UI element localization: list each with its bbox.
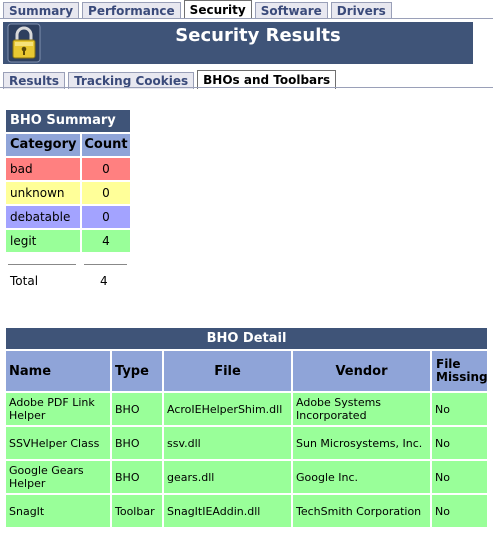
detail-row-vendor: Google Inc.	[293, 461, 430, 493]
total-value: 4	[100, 274, 108, 288]
bho-detail-title: BHO Detail	[6, 328, 487, 349]
tab-performance[interactable]: Performance	[82, 2, 181, 19]
detail-row-name: Adobe PDF Link Helper	[6, 393, 110, 425]
detail-row-file: SnagItIEAddin.dll	[164, 495, 291, 527]
bho-detail-table: BHO Detail Name Type File Vendor File Mi…	[6, 328, 488, 527]
total-divider	[8, 264, 132, 266]
detail-row-name: SSVHelper Class	[6, 427, 110, 459]
tab-security[interactable]: Security	[183, 0, 252, 19]
detail-row-type: BHO	[112, 393, 162, 425]
detail-row-missing: No	[432, 461, 487, 493]
detail-row-vendor: Sun Microsystems, Inc.	[293, 427, 430, 459]
summary-row-bad: bad 0	[6, 156, 130, 180]
summary-category: unknown	[6, 182, 80, 204]
summary-row-unknown: unknown 0	[6, 180, 130, 204]
detail-row-name: Google Gears Helper	[6, 461, 110, 493]
detail-col-type: Type	[112, 351, 162, 391]
summary-total: Total 4	[10, 274, 134, 290]
detail-row-vendor: Adobe Systems Incorporated	[293, 393, 430, 425]
detail-row-name: SnagIt	[6, 495, 110, 527]
summary-header-row: Category Count	[6, 132, 130, 156]
total-divider-left	[8, 264, 76, 265]
tab-software[interactable]: Software	[254, 2, 328, 19]
detail-row-file: ssv.dll	[164, 427, 291, 459]
header-banner: Security Results	[3, 22, 473, 64]
sub-tab-divider	[0, 87, 493, 88]
bho-summary-title: BHO Summary	[6, 110, 130, 132]
summary-count: 4	[82, 230, 130, 252]
detail-col-name: Name	[6, 351, 110, 391]
detail-row-file: gears.dll	[164, 461, 291, 493]
detail-col-vendor: Vendor	[293, 351, 430, 391]
detail-row-missing: No	[432, 495, 487, 527]
total-divider-right	[84, 264, 127, 265]
detail-col-file-missing: File Missing	[432, 351, 488, 391]
summary-col-category: Category	[6, 134, 80, 156]
detail-row-type: Toolbar	[112, 495, 162, 527]
summary-count: 0	[82, 182, 130, 204]
summary-count: 0	[82, 158, 130, 180]
page-title: Security Results	[175, 25, 341, 46]
bho-summary-table: BHO Summary Category Count bad 0 unknown…	[6, 110, 130, 252]
summary-count: 0	[82, 206, 130, 228]
detail-col-file: File	[164, 351, 291, 391]
top-tab-divider	[0, 18, 493, 19]
summary-category: bad	[6, 158, 80, 180]
detail-row-file: AcroIEHelperShim.dll	[164, 393, 291, 425]
summary-col-count: Count	[82, 134, 130, 156]
detail-row-missing: No	[432, 393, 487, 425]
summary-row-debatable: debatable 0	[6, 204, 130, 228]
detail-row-type: BHO	[112, 427, 162, 459]
summary-category: debatable	[6, 206, 80, 228]
detail-row-vendor: TechSmith Corporation	[293, 495, 430, 527]
summary-row-legit: legit 4	[6, 228, 130, 252]
tab-summary[interactable]: Summary	[3, 2, 80, 19]
sub-tab-bar: Results Tracking Cookies BHOs and Toolba…	[0, 69, 493, 89]
lock-icon	[7, 23, 41, 63]
detail-row-missing: No	[432, 427, 487, 459]
summary-category: legit	[6, 230, 80, 252]
bho-detail-grid: Name Type File Vendor File Missing Adobe…	[6, 351, 488, 527]
total-label: Total	[10, 274, 39, 288]
detail-row-type: BHO	[112, 461, 162, 493]
top-tab-bar: Summary Performance Security Software Dr…	[0, 0, 493, 19]
tab-drivers[interactable]: Drivers	[330, 2, 392, 19]
